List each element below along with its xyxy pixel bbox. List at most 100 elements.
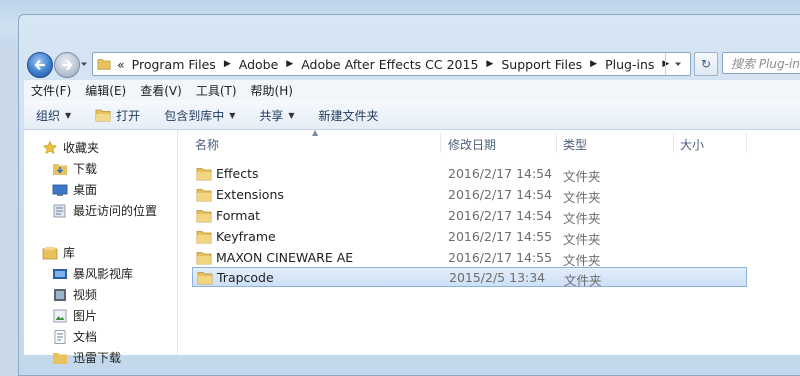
sidebar-item-baofeng-library[interactable]: 暴风影视库 (52, 265, 133, 282)
column-type[interactable]: 类型 (563, 136, 587, 153)
sidebar-item-label: 图片 (73, 309, 98, 323)
back-button[interactable] (27, 52, 53, 78)
file-type: 文件夹 (563, 232, 601, 247)
sidebar-item-desktop[interactable]: 桌面 (52, 181, 97, 198)
forward-button[interactable] (54, 52, 80, 78)
breadcrumb-separator-icon[interactable]: ▶ (486, 59, 493, 69)
refresh-button[interactable]: ↻ (694, 52, 718, 76)
sidebar-item-label: 下载 (73, 162, 98, 176)
chevron-down-icon: ▼ (65, 110, 72, 120)
file-date-modified: 2016/2/17 14:54 (448, 166, 553, 181)
sidebar-item-label: 视频 (73, 288, 98, 302)
file-date-modified: 2016/2/17 14:54 (448, 208, 553, 223)
sort-ascending-icon: ▲ (312, 128, 319, 137)
favorites-label: 收藏夹 (63, 141, 100, 155)
recent-pages-dropdown-icon[interactable] (80, 60, 88, 68)
column-size[interactable]: 大小 (680, 136, 704, 153)
open-folder-icon (95, 109, 111, 122)
column-divider[interactable] (440, 133, 441, 153)
breadcrumb-separator-icon[interactable]: ▶ (224, 59, 231, 69)
chevron-down-icon: ▼ (288, 110, 295, 120)
document-library-icon (52, 329, 68, 345)
sidebar-item-downloads[interactable]: 下载 (52, 160, 97, 177)
file-name: Effects (216, 166, 259, 181)
sidebar-item-documents[interactable]: 文档 (52, 328, 97, 345)
sidebar-item-pictures[interactable]: 图片 (52, 307, 97, 324)
breadcrumb-item[interactable]: Adobe After Effects CC 2015 (301, 57, 478, 72)
file-name: Trapcode (217, 270, 274, 285)
file-date-modified: 2016/2/17 14:55 (448, 229, 553, 244)
folder-icon (196, 231, 212, 244)
download-library-icon (52, 350, 68, 366)
chevron-down-icon: ▼ (229, 110, 236, 120)
column-date-modified[interactable]: 修改日期 (448, 136, 496, 153)
column-divider[interactable] (556, 133, 557, 153)
breadcrumb-item[interactable]: Program Files (132, 57, 216, 72)
column-divider[interactable] (673, 133, 674, 153)
sidebar-item-thunder-downloads[interactable]: 迅雷下载 (52, 349, 121, 366)
folder-icon (196, 189, 212, 202)
open-button[interactable]: 打开 (83, 107, 152, 124)
address-bar[interactable]: « Program Files ▶ Adobe ▶ Adobe After Effect… (92, 52, 691, 76)
menu-item[interactable]: 文件(F) (24, 82, 78, 99)
file-name: MAXON CINEWARE AE (216, 250, 354, 265)
sidebar-item-label: 桌面 (73, 183, 98, 197)
menu-bar: 文件(F) 编辑(E) 查看(V) 工具(T) 帮助(H) (24, 80, 800, 102)
recent-places-icon (52, 203, 68, 219)
sidebar-item-label: 迅雷下载 (73, 351, 122, 365)
file-name: Keyframe (216, 229, 276, 244)
menu-item[interactable]: 工具(T) (189, 82, 244, 99)
share-button[interactable]: 共享 ▼ (247, 107, 306, 124)
file-row[interactable]: Extensions 2016/2/17 14:54 文件夹 (192, 185, 747, 205)
file-type: 文件夹 (563, 211, 601, 226)
breadcrumb-separator-icon[interactable]: ▶ (590, 59, 597, 69)
folder-icon (97, 59, 111, 70)
organize-label: 组织 (36, 108, 61, 123)
file-list-pane: ▲ 名称 修改日期 类型 大小 Effects 2016/2/17 14:54 文件… (178, 128, 800, 355)
file-row[interactable]: MAXON CINEWARE AE 2016/2/17 14:55 文件夹 (192, 248, 747, 268)
column-name[interactable]: 名称 (195, 136, 219, 153)
file-name: Format (216, 208, 261, 223)
picture-library-icon (52, 308, 68, 324)
menu-item[interactable]: 帮助(H) (244, 82, 300, 99)
organize-button[interactable]: 组织 ▼ (24, 107, 83, 124)
menu-item[interactable]: 编辑(E) (78, 82, 133, 99)
new-folder-button[interactable]: 新建文件夹 (307, 107, 391, 124)
file-type: 文件夹 (563, 169, 601, 184)
breadcrumb-item[interactable]: Adobe (239, 57, 279, 72)
file-date-modified: 2015/2/5 13:34 (449, 270, 546, 285)
menu-item[interactable]: 查看(V) (133, 82, 189, 99)
sidebar-item-videos[interactable]: 视频 (52, 286, 97, 303)
address-history-dropdown[interactable] (665, 53, 690, 75)
chevron-down-icon (675, 62, 681, 66)
sidebar-item-recent-places[interactable]: 最近访问的位置 (52, 202, 157, 219)
file-row[interactable]: Keyframe 2016/2/17 14:55 文件夹 (192, 227, 747, 247)
sidebar-item-label: 最近访问的位置 (73, 204, 158, 218)
favorites-header[interactable]: 收藏夹 (42, 139, 99, 156)
folder-icon (197, 272, 213, 285)
media-library-icon (52, 266, 68, 282)
search-input[interactable]: 搜索 Plug-ins (722, 52, 800, 74)
forward-arrow-icon (61, 60, 73, 70)
file-row[interactable]: Format 2016/2/17 14:54 文件夹 (192, 206, 747, 226)
libraries-label: 库 (63, 246, 76, 260)
folder-icon (196, 210, 212, 223)
breadcrumb-item[interactable]: Support Files (501, 57, 582, 72)
file-row[interactable]: Trapcode 2015/2/5 13:34 文件夹 (192, 267, 747, 288)
libraries-header[interactable]: 库 (42, 244, 75, 261)
file-date-modified: 2016/2/17 14:54 (448, 187, 553, 202)
include-in-library-button[interactable]: 包含到库中 ▼ (152, 107, 247, 124)
libraries-icon (42, 245, 58, 261)
column-header-row: ▲ 名称 修改日期 类型 大小 (178, 128, 800, 156)
include-in-library-label: 包含到库中 (164, 108, 225, 123)
breadcrumb: Program Files ▶ Adobe ▶ Adobe After Effects … (132, 57, 678, 72)
share-label: 共享 (259, 108, 284, 123)
new-folder-label: 新建文件夹 (318, 108, 379, 123)
file-row[interactable]: Effects 2016/2/17 14:54 文件夹 (192, 164, 747, 184)
breadcrumb-item[interactable]: Plug-ins (605, 57, 654, 72)
address-overflow-icon[interactable]: « (117, 57, 125, 72)
breadcrumb-separator-icon[interactable]: ▶ (286, 59, 293, 69)
file-name: Extensions (216, 187, 284, 202)
column-divider[interactable] (746, 133, 747, 153)
folder-icon (196, 252, 212, 265)
